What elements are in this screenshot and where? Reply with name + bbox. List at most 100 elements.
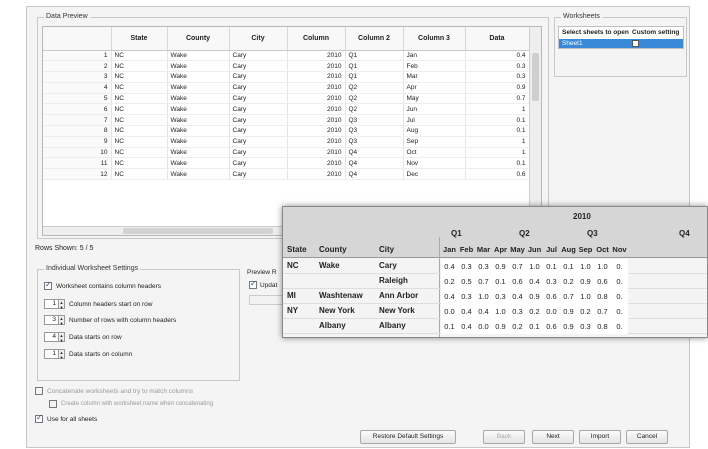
worksheet-row[interactable]: Sheet1: [559, 39, 683, 48]
table-cell: Cary: [229, 157, 288, 170]
cancel-button[interactable]: Cancel: [626, 430, 668, 444]
table-cell: Q2: [345, 82, 404, 94]
pivot-preview-overlay: 2010 Q1 Q2 Q3 Q4 State County City Jan Fe…: [282, 206, 708, 338]
contains-headers-checkbox[interactable]: [44, 280, 52, 290]
table-cell: 0.7: [465, 93, 530, 105]
back-button[interactable]: Back: [483, 430, 525, 444]
table-row[interactable]: 10 NC Wake Cary 2010 Q4 Oct 1: [43, 147, 530, 159]
pivot-quarter: Q3: [587, 229, 598, 238]
pivot-month-header: Sep: [578, 245, 593, 254]
pivot-city: Cary: [379, 261, 397, 270]
column-header[interactable]: City: [229, 27, 288, 51]
pivot-county: Washtenaw: [319, 291, 363, 300]
use-all-sheets-checkbox[interactable]: [35, 413, 43, 423]
column-header[interactable]: Column: [287, 27, 346, 51]
rows-with-headers-stepper[interactable]: 3 ▲ ▼: [44, 315, 65, 326]
table-cell: Wake: [167, 114, 230, 127]
data-starts-row-value[interactable]: 4: [44, 332, 59, 342]
table-cell: 2010: [287, 71, 346, 83]
table-cell: 2010: [287, 50, 346, 62]
table-cell: Q2: [345, 103, 404, 116]
column-header[interactable]: Column 3: [403, 27, 466, 51]
headers-start-stepper[interactable]: 1 ▲ ▼: [44, 299, 65, 310]
table-row[interactable]: 1 NC Wake Cary 2010 Q1 Jan 0.4: [43, 50, 530, 62]
column-header[interactable]: County: [167, 27, 230, 51]
pivot-row: Raleigh 0.2 0.5 0.7 0.1 0.6 0.4 0.3 0.2 0.9 0.6 0.: [283, 274, 707, 289]
rows-with-headers-row: 3 ▲ ▼ Number of rows with column headers: [44, 315, 176, 326]
table-cell: Jul: [403, 114, 466, 127]
data-starts-row-stepper[interactable]: 4 ▲ ▼: [44, 332, 65, 343]
preview-rows-title: Preview R: [247, 269, 277, 276]
table-cell: Wake: [167, 82, 230, 94]
stepper-arrows-icon[interactable]: ▲ ▼: [59, 349, 65, 360]
table-cell: 0.6: [465, 168, 530, 181]
pivot-values: 0.4 0.3 1.0 0.3 0.4 0.9 0.6 0.7 1.0 0.8 0.: [441, 289, 628, 304]
table-cell: Jun: [403, 103, 466, 116]
vertical-scrollbar[interactable]: [529, 27, 541, 235]
data-starts-col-label: Data starts on column: [69, 350, 133, 358]
vertical-scroll-thumb[interactable]: [532, 53, 539, 101]
stepper-arrows-icon[interactable]: ▲ ▼: [59, 332, 65, 343]
data-preview-grid[interactable]: State County City Column Column 2 Column 3 Dat…: [42, 26, 542, 236]
table-cell: NC: [111, 114, 168, 127]
data-starts-col-value[interactable]: 1: [44, 349, 59, 359]
worksheets-group: Worksheets Select sheets to open Custom …: [554, 13, 687, 77]
horizontal-scroll-thumb[interactable]: [123, 228, 273, 234]
pivot-month-header: Oct: [596, 245, 609, 254]
stepper-arrows-icon[interactable]: ▲ ▼: [59, 299, 65, 310]
custom-setting-checkbox[interactable]: [632, 40, 639, 47]
table-cell: Wake: [167, 168, 230, 181]
worksheet-name-column-row: Create column with worksheet name when c…: [49, 400, 213, 408]
data-starts-col-stepper[interactable]: 1 ▲ ▼: [44, 349, 65, 360]
table-row[interactable]: 7 NC Wake Cary 2010 Q3 Jul 0.1: [43, 114, 530, 127]
column-header[interactable]: [43, 27, 112, 51]
pivot-city: Ann Arbor: [379, 291, 419, 300]
table-row[interactable]: 4 NC Wake Cary 2010 Q2 Apr 0.9: [43, 82, 530, 94]
table-cell: Mar: [403, 71, 466, 83]
worksheets-title: Worksheets: [561, 13, 602, 20]
pivot-value: 1.0: [597, 262, 608, 271]
table-row[interactable]: 5 NC Wake Cary 2010 Q2 May 0.7: [43, 93, 530, 105]
table-cell: Cary: [229, 71, 288, 83]
pivot-state: NY: [287, 306, 299, 315]
restore-defaults-button[interactable]: Restore Default Settings: [360, 430, 456, 444]
table-cell: 1: [465, 136, 530, 148]
headers-start-value[interactable]: 1: [44, 299, 59, 309]
pivot-values: 0.2 0.5 0.7 0.1 0.6 0.4 0.3 0.2 0.9 0.6 0.: [441, 274, 628, 289]
worksheet-name[interactable]: Sheet1: [562, 40, 632, 47]
table-row[interactable]: 11 NC Wake Cary 2010 Q4 Nov 0.1: [43, 157, 530, 170]
table-cell: NC: [111, 82, 168, 94]
column-header[interactable]: Data: [465, 27, 530, 51]
concatenate-label: Concatenate worksheets and try to match …: [47, 387, 193, 395]
table-cell: Cary: [229, 136, 288, 148]
import-button[interactable]: Import: [579, 430, 621, 444]
table-cell: Cary: [229, 82, 288, 94]
pivot-values: 0.0 0.4 0.4 1.0 0.3 0.2 0.0 0.9 0.2 0.7 0.: [441, 304, 628, 319]
column-header[interactable]: Column 2: [345, 27, 404, 51]
table-row[interactable]: 12 NC Wake Cary 2010 Q4 Dec 0.6: [43, 168, 530, 181]
table-row[interactable]: 6 NC Wake Cary 2010 Q2 Jun 1: [43, 103, 530, 116]
table-row[interactable]: 3 NC Wake Cary 2010 Q1 Mar 0.3: [43, 71, 530, 83]
update-preview-row[interactable]: Updat: [249, 279, 277, 289]
table-cell: Q2: [345, 93, 404, 105]
table-cell: Sep: [403, 136, 466, 148]
table-row[interactable]: 9 NC Wake Cary 2010 Q3 Sep 1: [43, 136, 530, 148]
use-all-sheets-row[interactable]: Use for all sheets: [35, 413, 97, 423]
pivot-state: MI: [287, 291, 296, 300]
rows-with-headers-value[interactable]: 3: [44, 315, 59, 325]
pivot-value: 0.0: [444, 307, 455, 316]
pivot-values: 0.4 0.3 0.3 0.9 0.7 1.0 0.1 0.1 1.0 1.0 0.: [441, 259, 628, 274]
worksheet-name-column-label: Create column with worksheet name when c…: [61, 401, 214, 407]
column-header[interactable]: State: [111, 27, 168, 51]
table-cell: 0.9: [465, 82, 530, 94]
table-cell: Cary: [229, 125, 288, 137]
table-row[interactable]: 2 NC Wake Cary 2010 Q1 Feb 0.3: [43, 60, 530, 73]
pivot-value: 0.4: [461, 322, 472, 331]
contains-headers-row[interactable]: Worksheet contains column headers: [44, 280, 161, 290]
update-preview-checkbox[interactable]: [249, 279, 257, 289]
data-preview-table: State County City Column Column 2 Column 3 Dat…: [43, 27, 530, 181]
next-button[interactable]: Next: [532, 430, 574, 444]
table-row[interactable]: 8 NC Wake Cary 2010 Q3 Aug 0.1: [43, 125, 530, 137]
pivot-value: 0.4: [512, 292, 523, 301]
stepper-arrows-icon[interactable]: ▲ ▼: [59, 315, 65, 326]
